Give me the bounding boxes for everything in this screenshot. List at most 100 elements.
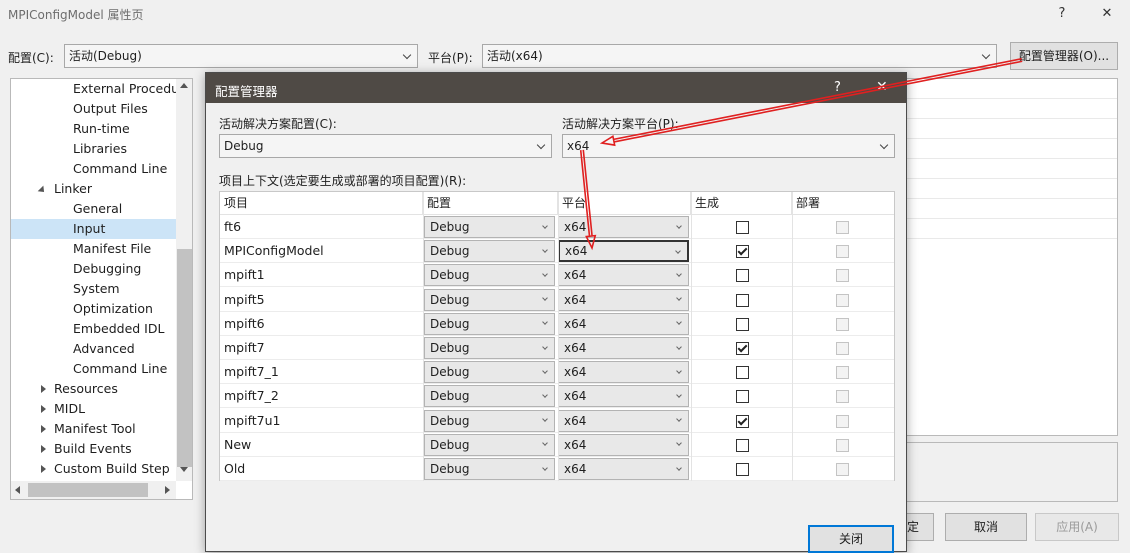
config-combo[interactable]: Debug — [424, 264, 555, 287]
dialog-help-icon[interactable]: ? — [834, 80, 841, 95]
tree-item[interactable]: System — [11, 279, 176, 299]
expanded-arrow-icon[interactable] — [37, 179, 48, 199]
platform-combo[interactable]: x64 — [558, 288, 689, 311]
deploy-checkbox — [836, 245, 849, 259]
column-header-project[interactable]: 项目 — [220, 192, 423, 215]
collapsed-arrow-icon[interactable] — [38, 379, 48, 399]
tree-item[interactable]: Build Events — [11, 439, 176, 459]
tree-item-label: Embedded IDL — [73, 321, 165, 336]
tree-item[interactable]: External Procedur — [11, 79, 184, 99]
build-checkbox[interactable] — [736, 438, 749, 452]
deploy-checkbox — [836, 269, 849, 283]
config-combo[interactable]: Debug — [424, 312, 555, 335]
scroll-right-icon[interactable] — [165, 486, 170, 494]
config-combo[interactable]: Debug — [424, 240, 555, 263]
config-combo[interactable]: Debug — [424, 385, 555, 408]
cancel-button[interactable]: 取消 — [945, 513, 1027, 541]
tree-item-label: General — [73, 201, 123, 216]
build-checkbox[interactable] — [736, 342, 749, 355]
collapsed-arrow-icon[interactable] — [38, 419, 48, 439]
build-checkbox[interactable] — [736, 245, 749, 259]
tree-item[interactable]: General — [11, 199, 176, 219]
platform-combo[interactable]: x64 — [558, 337, 689, 359]
scroll-up-icon[interactable] — [180, 83, 188, 88]
tree-item[interactable]: Embedded IDL — [11, 319, 176, 339]
tree-item[interactable]: Run-time — [11, 119, 176, 139]
build-checkbox[interactable] — [736, 269, 749, 283]
build-checkbox[interactable] — [736, 317, 749, 331]
tree-vertical-scrollbar[interactable] — [176, 79, 192, 481]
tree-item[interactable]: Output Files — [11, 99, 176, 119]
project-name: mpift7u1 — [224, 412, 281, 428]
collapsed-arrow-icon[interactable] — [38, 459, 48, 479]
tree-item[interactable]: Advanced — [11, 339, 176, 359]
chevron-down-icon — [674, 386, 684, 406]
tree-item[interactable]: Command Line — [11, 159, 176, 179]
solution-config-value: Debug — [224, 139, 264, 153]
column-header-deploy[interactable]: 部署 — [792, 192, 894, 215]
chevron-down-icon — [535, 135, 547, 157]
scroll-down-icon[interactable] — [180, 467, 188, 472]
chevron-down-icon — [401, 45, 413, 67]
build-checkbox[interactable] — [736, 221, 749, 234]
config-manager-button[interactable]: 配置管理器(O)... — [1010, 42, 1118, 70]
config-combo-value: Debug — [430, 292, 470, 307]
platform-combo[interactable]: x64 — [558, 216, 689, 238]
tree-item[interactable]: Libraries — [11, 139, 176, 159]
config-combo[interactable]: Debug — [424, 409, 555, 432]
tree-item[interactable]: Resources — [11, 379, 176, 399]
apply-button[interactable]: 应用(A) — [1035, 513, 1119, 541]
collapsed-arrow-icon[interactable] — [38, 439, 48, 459]
build-checkbox[interactable] — [736, 390, 749, 404]
tree-item[interactable]: Custom Build Step — [11, 459, 176, 479]
tree-item[interactable]: Manifest File — [11, 239, 176, 259]
config-combo[interactable]: Debug — [424, 433, 555, 456]
chevron-down-icon — [674, 217, 684, 237]
build-checkbox[interactable] — [736, 414, 749, 428]
platform-combo[interactable]: x64 — [558, 264, 689, 287]
collapsed-arrow-icon[interactable] — [38, 399, 48, 419]
tree-scroll-thumb[interactable] — [177, 249, 192, 467]
platform-combo[interactable]: x64 — [558, 458, 689, 480]
tree-item-label: Linker — [54, 181, 92, 196]
config-combo[interactable]: Debug — [424, 361, 555, 384]
tree-item[interactable]: MIDL — [11, 399, 176, 419]
platform-combo[interactable]: x64 — [558, 312, 689, 335]
platform-combo[interactable]: x64 — [558, 433, 689, 456]
tree-item[interactable]: Input — [11, 219, 176, 239]
tree-item[interactable]: Manifest Tool — [11, 419, 176, 439]
tree-horizontal-scrollbar[interactable] — [11, 481, 176, 499]
platform-dropdown[interactable]: 活动(x64) — [482, 44, 997, 68]
column-header-platform[interactable]: 平台 — [558, 192, 691, 215]
tree-item[interactable]: Optimization — [11, 299, 176, 319]
column-header-build[interactable]: 生成 — [691, 192, 792, 215]
help-icon[interactable]: ? — [1052, 4, 1072, 24]
platform-combo[interactable]: x64 — [558, 240, 689, 263]
config-combo[interactable]: Debug — [424, 458, 555, 480]
build-checkbox[interactable] — [736, 463, 749, 476]
platform-combo[interactable]: x64 — [558, 385, 689, 408]
dialog-close-button[interactable]: 关闭 — [808, 525, 894, 553]
platform-combo[interactable]: x64 — [558, 409, 689, 432]
config-combo[interactable]: Debug — [424, 337, 555, 359]
tree-item[interactable]: Linker — [11, 179, 176, 199]
project-name: Old — [224, 461, 246, 476]
tree-item[interactable]: Debugging — [11, 259, 176, 279]
scroll-left-icon[interactable] — [15, 486, 20, 494]
column-header-config[interactable]: 配置 — [423, 192, 558, 215]
config-dropdown[interactable]: 活动(Debug) — [64, 44, 418, 68]
close-icon[interactable]: ✕ — [1097, 4, 1117, 24]
platform-combo[interactable]: x64 — [558, 361, 689, 384]
config-combo[interactable]: Debug — [424, 216, 555, 238]
chevron-down-icon — [674, 362, 684, 382]
dialog-close-icon[interactable]: ✕ — [876, 79, 888, 95]
tree-item[interactable]: Command Line — [11, 359, 176, 379]
config-combo[interactable]: Debug — [424, 288, 555, 311]
solution-config-dropdown[interactable]: Debug — [219, 134, 552, 158]
solution-platform-dropdown[interactable]: x64 — [562, 134, 895, 158]
tree-hscroll-thumb[interactable] — [28, 483, 148, 497]
property-tree[interactable]: External Procedur Output Files Run-time Lib… — [10, 78, 193, 500]
build-checkbox[interactable] — [736, 366, 749, 380]
build-checkbox[interactable] — [736, 293, 749, 307]
dialog-title-bar: 配置管理器 ? ✕ — [206, 73, 906, 103]
